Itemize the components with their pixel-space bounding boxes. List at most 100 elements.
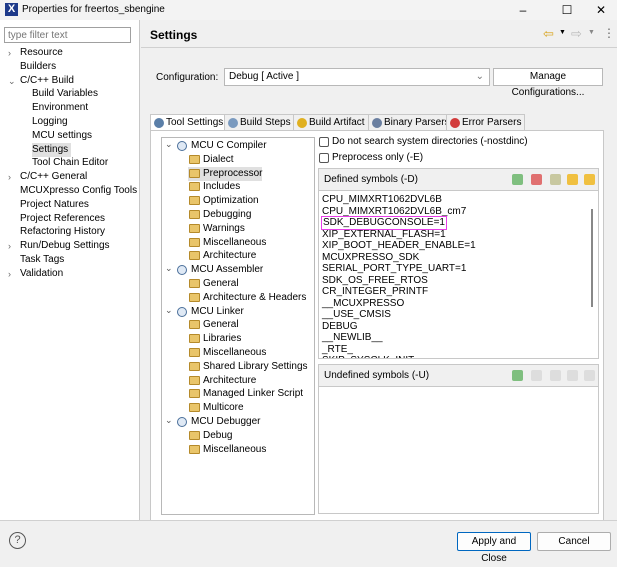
nav-item[interactable]: Task Tags [20, 253, 64, 267]
tree-item[interactable]: Miscellaneous [188, 346, 266, 360]
cancel-button[interactable]: Cancel [537, 532, 611, 551]
expand-chevron-icon[interactable]: › [8, 267, 11, 281]
manage-configurations-button[interactable]: Manage Configurations... [493, 68, 603, 98]
tree-item[interactable]: Miscellaneous [188, 236, 266, 250]
tab-error-parsers[interactable]: Error Parsers [446, 114, 526, 130]
tree-item[interactable]: Preprocessor [188, 166, 263, 181]
scrollbar[interactable] [591, 209, 593, 307]
filter-input[interactable] [4, 27, 131, 43]
tree-item[interactable]: General [188, 277, 239, 291]
nav-item[interactable]: › C/C++ General [8, 170, 87, 184]
symbol-item[interactable]: XIP_BOOT_HEADER_ENABLE=1 [322, 240, 476, 252]
configuration-select[interactable]: Debug [ Active ] ⌄ [224, 68, 490, 86]
symbol-item[interactable]: XIP_EXTERNAL_FLASH=1 [322, 229, 446, 241]
defined-symbols-list[interactable]: CPU_MIMXRT1062DVL6B CPU_MIMXRT1062DVL6B_c… [319, 192, 589, 358]
tree-item[interactable]: Includes [188, 180, 240, 194]
symbol-item[interactable]: __NEWLIB__ [322, 332, 383, 344]
edit-icon[interactable] [550, 174, 561, 185]
symbol-item[interactable]: __USE_CMSIS [322, 309, 391, 321]
help-icon[interactable]: ? [9, 532, 26, 549]
tab-binary-parsers[interactable]: Binary Parsers [368, 114, 454, 130]
tab-build-steps[interactable]: Build Steps [224, 114, 295, 130]
tree-item[interactable]: Debugging [188, 208, 251, 222]
nav-item[interactable]: Environment [32, 101, 88, 115]
expand-chevron-icon[interactable]: ⌄ [165, 303, 173, 317]
nav-item[interactable]: MCUXpresso Config Tools [20, 184, 137, 198]
delete-icon[interactable] [531, 174, 542, 185]
tree-item-label: Optimization [203, 195, 259, 207]
expand-chevron-icon[interactable]: ⌄ [165, 261, 173, 275]
nav-item[interactable]: MCU settings [32, 129, 92, 143]
nav-item[interactable]: Project References [20, 212, 105, 226]
minimize-button[interactable]: – [509, 2, 537, 18]
tree-item[interactable]: Debug [188, 429, 232, 443]
add-icon[interactable] [512, 370, 523, 381]
nav-item[interactable]: Build Variables [32, 87, 98, 101]
nav-item[interactable]: Logging [32, 115, 68, 129]
expand-chevron-icon[interactable]: › [8, 239, 11, 253]
symbol-item[interactable]: SKIP_SYSCLK_INIT [322, 355, 414, 358]
tree-item[interactable]: Miscellaneous [188, 443, 266, 457]
symbol-item[interactable]: SDK_OS_FREE_RTOS [322, 275, 428, 287]
symbol-item[interactable]: SERIAL_PORT_TYPE_UART=1 [322, 263, 466, 275]
nav-item[interactable]: ⌄ C/C++ Build [8, 74, 74, 88]
symbol-item[interactable]: CR_INTEGER_PRINTF [322, 286, 428, 298]
symbol-item[interactable]: __MCUXPRESSO [322, 298, 404, 310]
move-down-icon[interactable] [584, 174, 595, 185]
tree-item[interactable]: ⌄ MCU C Compiler [165, 139, 267, 153]
expand-chevron-icon[interactable]: ⌄ [165, 137, 173, 151]
expand-chevron-icon[interactable]: › [8, 46, 11, 60]
folder-icon [189, 279, 200, 288]
expand-chevron-icon[interactable]: ⌄ [8, 74, 16, 88]
forward-arrow-icon[interactable]: ⇨ [571, 26, 582, 42]
add-icon[interactable] [512, 174, 523, 185]
tree-item[interactable]: Architecture [188, 374, 256, 388]
tree-item[interactable]: Libraries [188, 332, 241, 346]
tree-item[interactable]: General [188, 318, 239, 332]
close-button[interactable]: ✕ [587, 2, 615, 18]
tree-item[interactable]: Architecture & Headers [188, 291, 306, 305]
tree-item-label: Shared Library Settings [203, 360, 308, 372]
nav-item[interactable]: Project Natures [20, 198, 89, 212]
maximize-button[interactable]: ☐ [553, 2, 581, 18]
tree-item[interactable]: Optimization [188, 194, 259, 208]
nav-item[interactable]: Tool Chain Editor [32, 156, 108, 170]
tree-item[interactable]: ⌄ MCU Assembler [165, 263, 263, 277]
move-up-icon[interactable] [567, 174, 578, 185]
view-menu-icon[interactable]: ⋮ [603, 26, 615, 40]
symbol-item[interactable]: MCUXPRESSO_SDK [322, 252, 419, 264]
preprocess-only-checkbox[interactable] [319, 153, 329, 163]
expand-chevron-icon[interactable]: ⌄ [165, 413, 173, 427]
nav-item-label: Refactoring History [20, 226, 106, 238]
apply-and-close-button[interactable]: Apply and Close [457, 532, 531, 564]
nav-item[interactable]: › Run/Debug Settings [8, 239, 110, 253]
tree-item[interactable]: Warnings [188, 222, 245, 236]
tree-item[interactable]: Architecture [188, 249, 256, 263]
nav-item[interactable]: Builders [20, 60, 56, 74]
tree-item[interactable]: ⌄ MCU Linker [165, 305, 244, 319]
tree-item[interactable]: Shared Library Settings [188, 360, 308, 374]
nav-item[interactable]: Settings [32, 142, 72, 157]
tree-item[interactable]: ⌄ MCU Debugger [165, 415, 260, 429]
nav-item[interactable]: Refactoring History [20, 225, 105, 239]
back-dropdown-icon[interactable]: ▼ [559, 29, 566, 36]
tree-item-label: General [203, 319, 239, 331]
nav-item[interactable]: › Validation [8, 267, 64, 281]
nav-item-label: Validation [20, 267, 64, 279]
tab-build-artifact[interactable]: Build Artifact [293, 114, 369, 130]
forward-dropdown-icon[interactable]: ▼ [588, 29, 595, 36]
back-arrow-icon[interactable]: ⇦ [543, 26, 554, 42]
nostdinc-checkbox[interactable] [319, 137, 329, 147]
nav-item[interactable]: › Resource [8, 46, 63, 60]
tree-item[interactable]: Managed Linker Script [188, 387, 303, 401]
symbol-item[interactable]: CPU_MIMXRT1062DVL6B [322, 194, 442, 206]
symbol-item[interactable]: _RTE_ [322, 344, 353, 356]
tree-item[interactable]: Multicore [188, 401, 244, 415]
expand-chevron-icon[interactable]: › [8, 170, 11, 184]
symbol-item[interactable]: DEBUG [322, 321, 358, 333]
tab-tool-settings[interactable]: Tool Settings [150, 114, 228, 131]
preprocess-only-label: Preprocess only (-E) [332, 152, 424, 163]
symbol-item[interactable]: SDK_DEBUGCONSOLE=1 [321, 216, 447, 230]
tree-item[interactable]: Dialect [188, 153, 234, 167]
symbol-item[interactable]: CPU_MIMXRT1062DVL6B_cm7 [322, 206, 466, 218]
